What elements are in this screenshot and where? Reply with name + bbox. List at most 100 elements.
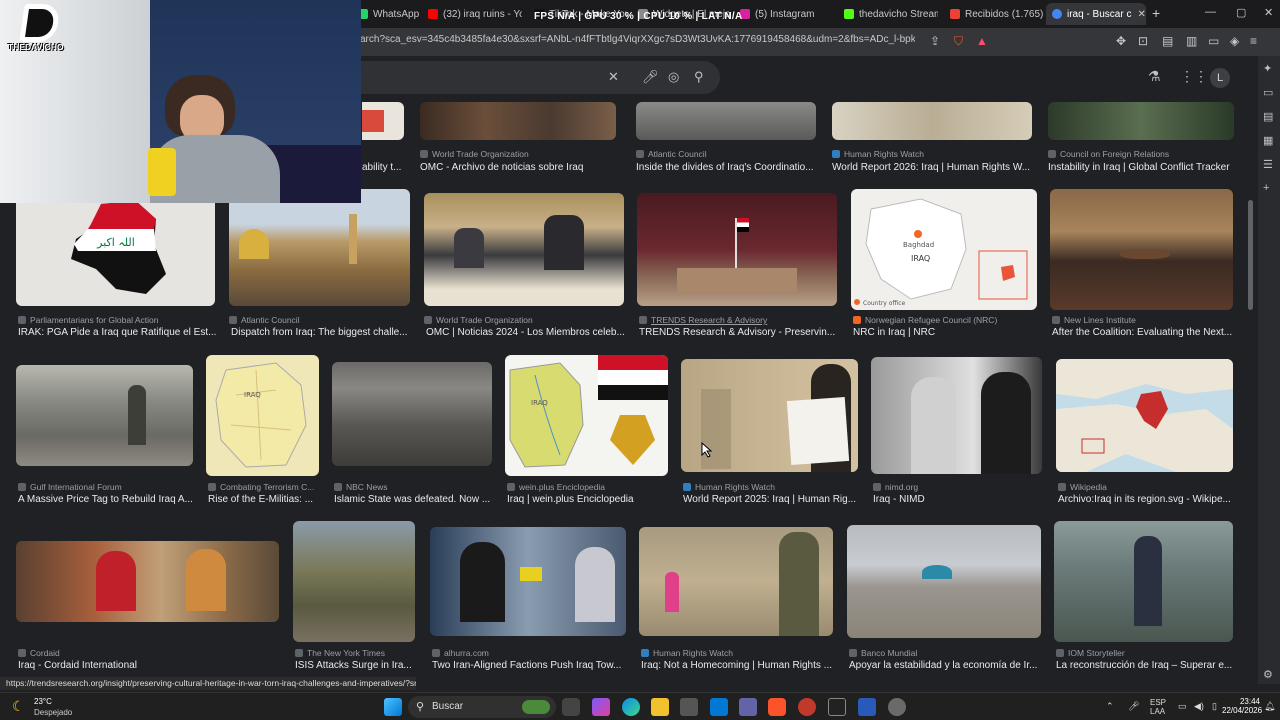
voice-search-icon[interactable]: 🎤︎ [642, 69, 659, 85]
result-image[interactable] [420, 102, 616, 140]
tray-volume-icon[interactable]: ◀) [1194, 701, 1204, 712]
teams-icon[interactable] [739, 698, 757, 716]
result-title[interactable]: Instability in Iraq | Global Conflict Tr… [1048, 162, 1234, 173]
tab-google-search[interactable]: iraq - Buscar c ✕ [1046, 3, 1146, 25]
result-title[interactable]: World Report 2025: Iraq | Human Rig... [683, 494, 860, 505]
lens-icon[interactable]: ◎ [668, 69, 679, 85]
result-title[interactable]: Iraq - Cordaid International [18, 660, 281, 671]
result-title[interactable]: ability t... [362, 162, 406, 173]
result-title[interactable]: La reconstrucción de Iraq – Superar e... [1056, 660, 1235, 671]
result-image[interactable] [1054, 521, 1233, 642]
result-image[interactable]: اللہ اکبر [16, 189, 215, 306]
result-image[interactable]: Baghdad IRAQ Country office [851, 189, 1037, 310]
tab-kick[interactable]: thedavicho Stream [838, 3, 938, 25]
minimize-button[interactable]: — [1205, 6, 1216, 18]
result-title[interactable]: ISIS Attacks Surge in Ira... [295, 660, 417, 671]
tray-battery-icon[interactable]: ▯ [1212, 701, 1217, 712]
tab-instagram[interactable]: (5) Instagram [734, 3, 834, 25]
result-image[interactable] [16, 541, 279, 622]
app-icon-red[interactable] [798, 698, 816, 716]
outlook-icon[interactable] [710, 698, 728, 716]
result-image[interactable] [1048, 102, 1234, 140]
sidepanel-list-icon[interactable]: ☰ [1263, 158, 1273, 171]
result-title[interactable]: World Report 2026: Iraq | Human Rights W… [832, 162, 1032, 173]
result-title[interactable]: Iraq - NIMD [873, 494, 1044, 505]
tab-whatsapp[interactable]: WhatsApp [352, 3, 422, 25]
share-icon[interactable]: ⇪ [930, 34, 940, 48]
sidepanel-add-icon[interactable]: + [1263, 182, 1269, 194]
page-scrollbar[interactable] [1248, 200, 1253, 310]
result-title[interactable]: IRAK: PGA Pide a Iraq que Ratifique el E… [18, 327, 217, 338]
sidepanel-leo-icon[interactable]: ✦ [1263, 62, 1272, 75]
screenshot-icon[interactable]: ⊡ [1138, 34, 1148, 48]
sidepanel-bookmarks-icon[interactable]: ▭ [1263, 86, 1273, 99]
sidepanel-reading-icon[interactable]: ▤ [1263, 110, 1273, 123]
taskbar-search[interactable]: ⚲ Buscar [408, 696, 556, 718]
language-indicator[interactable]: ESP LAA [1150, 698, 1166, 716]
result-image[interactable] [639, 527, 833, 636]
result-image[interactable] [637, 193, 837, 306]
close-window-button[interactable]: ✕ [1264, 6, 1273, 19]
extensions-icon[interactable]: ✥ [1116, 34, 1126, 48]
file-explorer-icon[interactable] [651, 698, 669, 716]
store-icon[interactable] [680, 698, 698, 716]
sidepanel-settings-icon[interactable]: ⚙ [1263, 668, 1273, 681]
result-title[interactable]: Two Iran-Aligned Factions Push Iraq Tow.… [432, 660, 628, 671]
result-title[interactable]: TRENDS Research & Advisory - Preservin..… [639, 327, 839, 338]
result-title[interactable]: Apoyar la estabilidad y la economía de I… [849, 660, 1043, 671]
tray-chevron-icon[interactable]: ⌃ [1106, 701, 1114, 712]
result-title[interactable]: A Massive Price Tag to Rebuild Iraq A... [18, 494, 195, 505]
result-title[interactable]: Islamic State was defeated. Now ... [334, 494, 494, 505]
result-title[interactable]: Rise of the E-Militias: ... [208, 494, 321, 505]
result-title[interactable]: Archivo:Iraq in its region.svg - Wikipe.… [1058, 494, 1235, 505]
result-image[interactable] [424, 193, 624, 306]
account-avatar[interactable]: L [1210, 68, 1230, 88]
notification-bell-icon[interactable]: 🔔︎ [1264, 701, 1275, 712]
url-text[interactable]: arch?sca_esv=345c4b3485fa4e30&sxsrf=ANbL… [360, 34, 915, 45]
result-image[interactable] [847, 525, 1041, 638]
task-view-icon[interactable] [562, 698, 580, 716]
result-title[interactable]: Dispatch from Iraq: The biggest challe..… [231, 327, 412, 338]
brave-shield-icon[interactable]: ⛉ [954, 34, 963, 49]
result-image[interactable] [229, 189, 410, 306]
weather-temp[interactable]: 23°C [34, 697, 52, 706]
result-image[interactable] [430, 527, 626, 636]
tray-monitor-icon[interactable]: ▭ [1178, 701, 1187, 712]
app-icon-slash[interactable] [828, 698, 846, 716]
wallet-icon[interactable]: ▭ [1208, 34, 1219, 48]
new-tab-button[interactable]: + [1152, 5, 1160, 21]
result-title[interactable]: Iraq | wein.plus Enciclopedia [507, 494, 670, 505]
clear-search-icon[interactable]: ✕ [608, 69, 619, 85]
tray-mic-icon[interactable]: 🎤︎ [1128, 701, 1139, 712]
result-image[interactable] [1050, 189, 1233, 310]
search-icon[interactable]: ⚲ [694, 69, 704, 85]
labs-icon[interactable]: ⚗ [1148, 68, 1161, 85]
maximize-button[interactable]: ▢ [1236, 6, 1246, 19]
result-image[interactable] [332, 362, 492, 466]
result-title[interactable]: OMC - Archivo de noticias sobre Iraq [420, 162, 616, 173]
obs-icon[interactable] [888, 698, 906, 716]
windows-start-icon[interactable] [384, 698, 402, 716]
clock[interactable]: 23:44 22/04/2026 [1222, 697, 1262, 715]
result-title[interactable]: Iraq: Not a Homecoming | Human Rights ..… [641, 660, 835, 671]
close-tab-icon[interactable]: ✕ [1137, 9, 1145, 20]
rewards-icon[interactable]: ▲ [976, 34, 988, 48]
apps-grid-icon[interactable]: ⋮⋮ [1180, 68, 1208, 85]
result-image[interactable] [636, 102, 816, 140]
reading-list-icon[interactable]: ▤ [1162, 34, 1173, 48]
menu-icon[interactable]: ≡ [1250, 34, 1257, 48]
brave-icon[interactable] [768, 698, 786, 716]
result-title[interactable]: OMC | Noticias 2024 - Los Miembros celeb… [426, 327, 626, 338]
tab-gmail[interactable]: Recibidos (1.765) - [944, 3, 1044, 25]
weather-desc[interactable]: Despejado [34, 708, 72, 717]
tab-youtube[interactable]: (32) iraq ruins - You [422, 3, 522, 25]
result-image[interactable]: IRAQ [206, 355, 319, 476]
vpn-icon[interactable]: ◈ [1230, 34, 1239, 48]
result-image[interactable] [832, 102, 1032, 140]
sidebar-icon[interactable]: ▥ [1186, 34, 1197, 48]
search-box[interactable]: ✕ 🎤︎ ◎ ⚲ [360, 61, 720, 94]
result-title[interactable]: NRC in Iraq | NRC [853, 327, 1039, 338]
edge-icon[interactable] [622, 698, 640, 716]
result-title[interactable]: Inside the divides of Iraq's Coordinatio… [636, 162, 816, 173]
result-image[interactable] [362, 102, 404, 140]
